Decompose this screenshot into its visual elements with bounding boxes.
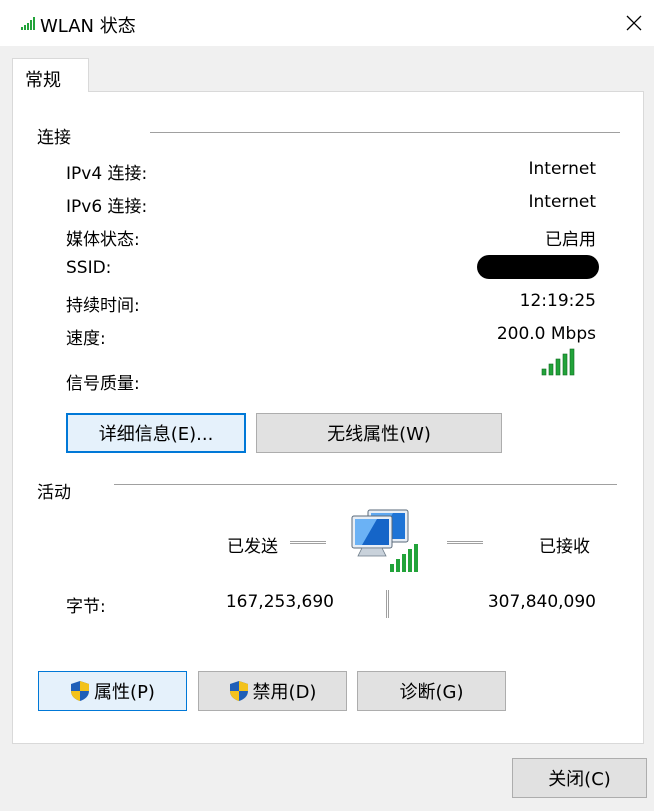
connection-group-label: 连接 xyxy=(37,128,71,148)
properties-label: 属性(P) xyxy=(94,682,155,703)
close-icon xyxy=(626,15,642,31)
bytes-sent-value: 167,253,690 xyxy=(225,592,334,612)
ipv6-value: Internet xyxy=(528,192,596,212)
media-state-value: 已启用 xyxy=(545,230,596,250)
close-button[interactable]: 关闭(C) xyxy=(512,758,647,798)
bytes-label: 字节: xyxy=(66,597,106,617)
duration-value: 12:19:25 xyxy=(519,291,596,311)
activity-group-label: 活动 xyxy=(37,483,71,503)
uac-shield-icon xyxy=(71,681,90,701)
ssid-redacted-value xyxy=(477,255,599,279)
group-divider xyxy=(150,132,620,133)
duration-label: 持续时间: xyxy=(66,296,140,316)
properties-button[interactable]: 属性(P) xyxy=(38,671,187,711)
tab-general[interactable]: 常规 xyxy=(12,58,89,92)
wireless-properties-button[interactable]: 无线属性(W) xyxy=(256,413,502,453)
ipv4-value: Internet xyxy=(528,159,596,179)
ipv4-label: IPv4 连接: xyxy=(66,164,148,184)
window-title: WLAN 状态 xyxy=(40,16,136,37)
received-line xyxy=(447,541,483,544)
ipv6-label: IPv6 连接: xyxy=(66,197,148,217)
close-window-button[interactable] xyxy=(614,6,654,40)
group-divider xyxy=(114,484,617,485)
sent-line xyxy=(290,541,326,544)
sent-label: 已发送 xyxy=(227,537,278,557)
bytes-received-value: 307,840,090 xyxy=(487,592,596,612)
wifi-signal-icon xyxy=(21,17,35,30)
speed-label: 速度: xyxy=(66,329,106,349)
details-button[interactable]: 详细信息(E)... xyxy=(66,413,246,453)
uac-shield-icon xyxy=(229,681,248,701)
network-computers-icon xyxy=(351,509,418,572)
media-state-label: 媒体状态: xyxy=(66,230,140,250)
ssid-label: SSID: xyxy=(66,258,112,278)
bytes-divider xyxy=(386,590,389,618)
received-label: 已接收 xyxy=(539,537,590,557)
title-bar: WLAN 状态 xyxy=(0,0,654,46)
diagnose-button[interactable]: 诊断(G) xyxy=(357,671,506,711)
speed-value: 200.0 Mbps xyxy=(496,324,596,344)
signal-quality-label: 信号质量: xyxy=(66,374,140,394)
disable-label: 禁用(D) xyxy=(252,682,317,703)
disable-button[interactable]: 禁用(D) xyxy=(198,671,347,711)
signal-strength-icon xyxy=(541,348,575,376)
